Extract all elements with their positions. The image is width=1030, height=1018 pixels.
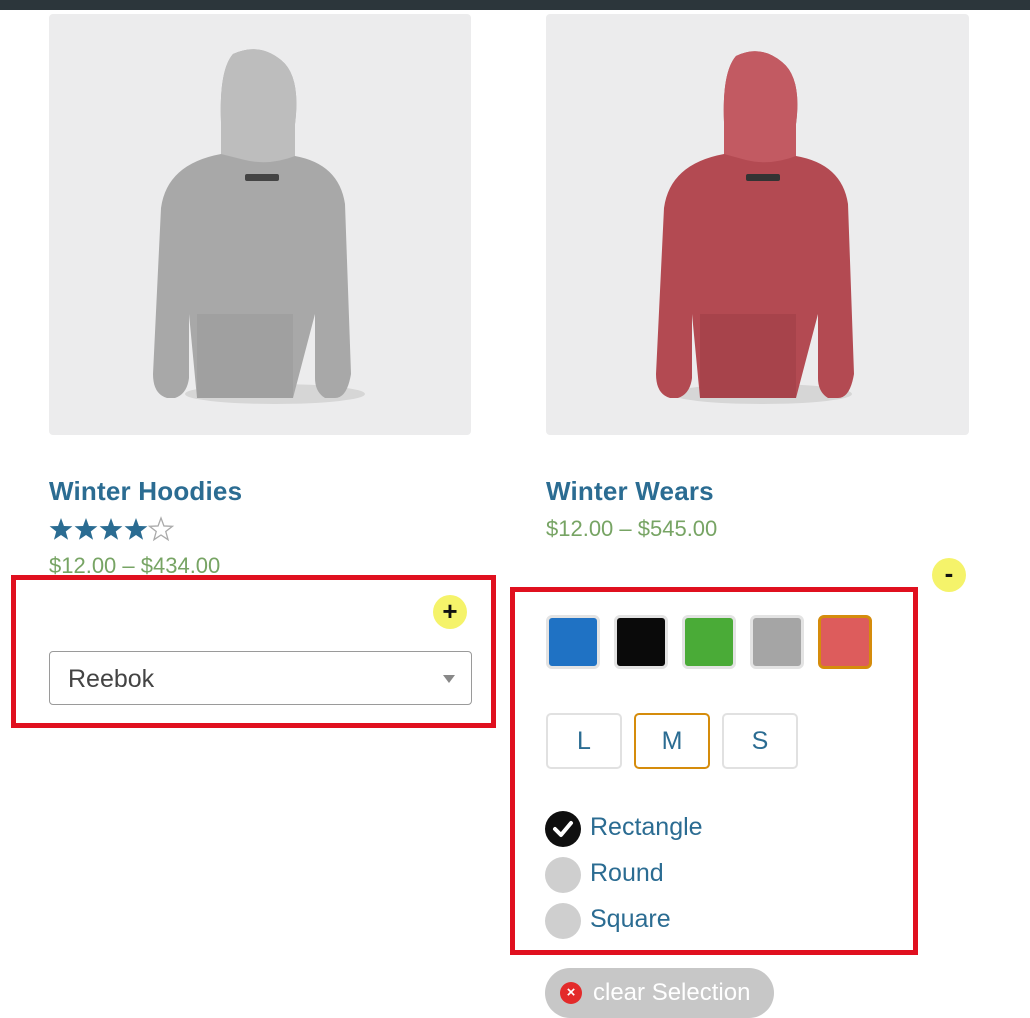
- close-icon: ×: [560, 982, 582, 1004]
- shape-label: Square: [590, 905, 671, 933]
- radio-icon: [545, 903, 581, 939]
- color-swatch-blue[interactable]: [546, 615, 600, 669]
- star-empty-icon: [147, 516, 175, 542]
- star-filled-icon: [74, 518, 98, 540]
- chevron-down-icon: [443, 675, 455, 683]
- color-swatch-red[interactable]: [818, 615, 872, 669]
- shape-label: Round: [590, 859, 664, 887]
- product-title-winter-hoodies[interactable]: Winter Hoodies: [49, 476, 242, 507]
- color-swatch-grey[interactable]: [750, 615, 804, 669]
- star-filled-icon: [99, 518, 123, 540]
- product-image-winter-wears[interactable]: [546, 14, 969, 435]
- color-swatch-green[interactable]: [682, 615, 736, 669]
- star-filled-icon: [124, 518, 148, 540]
- product-price-winter-wears: $12.00 – $545.00: [546, 516, 718, 541]
- collapse-toggle-button[interactable]: -: [932, 558, 966, 592]
- color-swatch-black[interactable]: [614, 615, 668, 669]
- product-title-winter-wears[interactable]: Winter Wears: [546, 476, 714, 507]
- brand-select[interactable]: Reebok: [49, 651, 472, 705]
- radio-icon: [545, 857, 581, 893]
- hoodie-image: [153, 49, 365, 404]
- radio-icon: [545, 811, 581, 847]
- hoodie-image: [656, 51, 854, 404]
- product-price-winter-hoodies: $12.00 – $434.00: [49, 553, 221, 575]
- star-filled-icon: [49, 518, 73, 540]
- clear-selection-label: clear Selection: [593, 979, 751, 1006]
- shape-label: Rectangle: [590, 813, 703, 841]
- star-rating: [49, 516, 179, 544]
- clear-selection-button[interactable]: × clear Selection: [545, 968, 774, 1018]
- top-bar: [0, 0, 1030, 10]
- expand-toggle-button[interactable]: +: [433, 595, 467, 629]
- size-option-l[interactable]: L: [546, 713, 622, 769]
- brand-select-value: Reebok: [68, 665, 155, 693]
- product-image-winter-hoodies[interactable]: [49, 14, 471, 435]
- size-option-s[interactable]: S: [722, 713, 798, 769]
- size-option-m[interactable]: M: [634, 713, 710, 769]
- rating-stars-icon: [49, 516, 175, 542]
- checkmark-icon: [553, 821, 573, 837]
